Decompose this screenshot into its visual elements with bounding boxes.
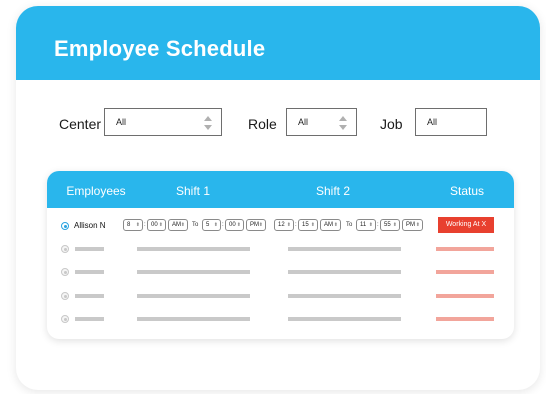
column-header-status: Status bbox=[449, 184, 485, 198]
role-filter-label: Role bbox=[248, 116, 277, 132]
spinner-icon: ⬍ bbox=[135, 222, 140, 228]
shift1-placeholder bbox=[137, 247, 250, 251]
employee-placeholder bbox=[75, 270, 104, 274]
shift2-start-hour[interactable]: 12 ⬍ bbox=[274, 219, 294, 231]
employee-radio-selected[interactable] bbox=[61, 222, 69, 230]
spinner-icon: ⬍ bbox=[180, 222, 185, 228]
status-placeholder bbox=[436, 247, 494, 251]
shift1-start-hour[interactable]: 8 ⬍ bbox=[123, 219, 143, 231]
role-select[interactable]: All bbox=[286, 108, 357, 136]
status-placeholder bbox=[436, 317, 494, 321]
schedule-table: Employees Shift 1 Shift 2 Status bbox=[47, 171, 514, 339]
spinner-icon: ⬍ bbox=[333, 222, 338, 228]
shift2-start-ampm[interactable]: AM ⬍ bbox=[320, 219, 341, 231]
role-select-value: All bbox=[298, 117, 309, 127]
select-arrows-icon bbox=[339, 116, 347, 130]
center-filter-label: Center bbox=[59, 116, 102, 132]
shift1-to-label: To bbox=[192, 222, 199, 228]
employee-placeholder bbox=[75, 294, 104, 298]
shift2-end-hour[interactable]: 11 ⬍ bbox=[356, 219, 376, 231]
spinner-icon: ⬍ bbox=[258, 222, 263, 228]
employee-placeholder bbox=[75, 317, 104, 321]
shift2-placeholder bbox=[288, 247, 401, 251]
spinner-icon: ⬍ bbox=[158, 222, 163, 228]
shift2-placeholder bbox=[288, 270, 401, 274]
spinner-icon: ⬍ bbox=[213, 222, 218, 228]
employee-name: Allison N bbox=[74, 221, 106, 230]
shift2-end-minute[interactable]: 55 ⬍ bbox=[380, 219, 400, 231]
job-filter-label: Job bbox=[380, 116, 403, 132]
job-select[interactable]: All bbox=[415, 108, 487, 136]
spinner-icon: ⬍ bbox=[236, 222, 241, 228]
card-header: Employee Schedule bbox=[16, 6, 540, 80]
shift1-start-minute[interactable]: 00 ⬍ bbox=[147, 219, 166, 231]
employee-placeholder bbox=[75, 247, 104, 251]
spinner-icon: ⬍ bbox=[392, 222, 397, 228]
page-title: Employee Schedule bbox=[54, 36, 266, 61]
shift2-start-minute[interactable]: 15 ⬍ bbox=[298, 219, 318, 231]
spinner-icon: ⬍ bbox=[368, 222, 373, 228]
spinner-icon: ⬍ bbox=[415, 222, 420, 228]
select-arrows-icon bbox=[204, 116, 212, 130]
shift1-placeholder bbox=[137, 270, 250, 274]
shift1-placeholder bbox=[137, 294, 250, 298]
shift1-placeholder bbox=[137, 317, 250, 321]
shift2-to-label: To bbox=[346, 222, 353, 228]
status-badge: Working At X bbox=[438, 217, 494, 233]
shift2-end-ampm[interactable]: PM ⬍ bbox=[402, 219, 423, 231]
table-header: Employees Shift 1 Shift 2 Status bbox=[47, 171, 514, 208]
spinner-icon: ⬍ bbox=[286, 222, 291, 228]
job-select-value: All bbox=[427, 117, 438, 127]
center-select-value: All bbox=[116, 117, 127, 127]
employee-radio[interactable] bbox=[61, 268, 69, 276]
center-select[interactable]: All bbox=[104, 108, 222, 136]
status-placeholder bbox=[436, 294, 494, 298]
shift2-placeholder bbox=[288, 294, 401, 298]
column-header-shift-1: Shift 1 bbox=[175, 184, 211, 198]
status-placeholder bbox=[436, 270, 494, 274]
column-header-employees: Employees bbox=[66, 184, 126, 198]
spinner-icon: ⬍ bbox=[310, 222, 315, 228]
shift1-end-ampm[interactable]: PM ⬍ bbox=[246, 219, 266, 231]
employee-radio[interactable] bbox=[61, 315, 69, 323]
employee-radio[interactable] bbox=[61, 245, 69, 253]
employee-radio[interactable] bbox=[61, 292, 69, 300]
shift1-end-hour[interactable]: 5 ⬍ bbox=[202, 219, 221, 231]
shift2-placeholder bbox=[288, 317, 401, 321]
column-header-shift-2: Shift 2 bbox=[315, 184, 351, 198]
shift1-start-ampm[interactable]: AM ⬍ bbox=[168, 219, 188, 231]
shift1-end-minute[interactable]: 00 ⬍ bbox=[225, 219, 244, 231]
